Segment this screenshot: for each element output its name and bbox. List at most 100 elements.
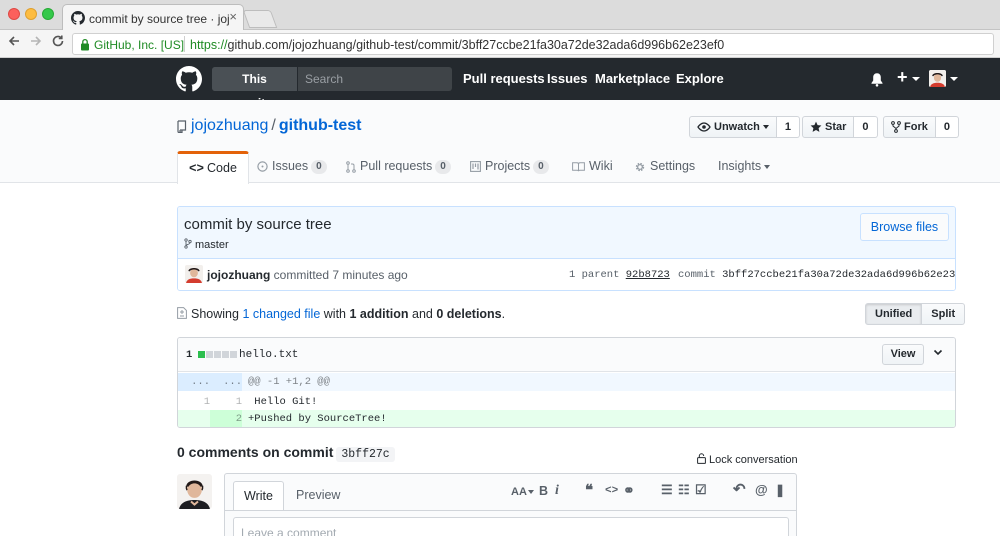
old-line-number[interactable]: 1 [178,393,210,411]
view-file-button[interactable]: View [882,344,924,365]
lock-conversation-link[interactable]: Lock conversation [697,453,798,466]
tab-settings[interactable]: Settings [634,151,695,183]
address-bar-row: GitHub, Inc. [US] https://github.com/joj… [0,30,1000,58]
text-size-icon: AA [511,486,527,498]
tab-issues-label: Issues [272,159,309,173]
browser-tab[interactable]: commit by source tree · jojozhuang/githu… [62,4,244,31]
star-count[interactable]: 0 [854,116,878,138]
diffstat-count: 1 [186,349,193,361]
changed-files-link[interactable]: 1 changed file [242,307,320,321]
fork-button[interactable]: Fork [883,116,936,138]
browse-files-button[interactable]: Browse files [860,213,949,241]
toc-and: and [412,307,433,321]
file-diff-icon [177,307,187,319]
tab-pulls-label: Pull requests [360,159,433,173]
tab-close-button[interactable]: × [229,9,237,24]
github-octocat-icon [71,11,85,25]
forward-button[interactable] [26,34,46,54]
pull-request-icon [346,160,356,173]
reload-button[interactable] [48,34,68,54]
url-scheme: https:// [190,38,228,52]
italic-button[interactable]: i [555,483,559,499]
bell-icon[interactable] [870,72,884,87]
chevron-down-icon [764,164,771,169]
repo-path-separator: / [271,117,276,134]
new-line-number[interactable]: 1 [210,393,242,411]
eye-icon [697,122,711,132]
url-separator [184,36,185,52]
avatar [185,265,203,283]
tab-code[interactable]: <> Code [177,151,249,184]
book-icon [572,162,585,171]
new-tab-button[interactable] [242,10,278,28]
branch-name-link[interactable]: master [195,239,229,251]
task-list-button[interactable]: ☑ [695,482,707,498]
tab-pull-requests[interactable]: Pull requests 0 [346,151,451,183]
tab-wiki[interactable]: Wiki [572,151,613,183]
back-button[interactable] [4,34,24,54]
file-name[interactable]: hello.txt [239,349,298,361]
create-new-button[interactable]: + [897,67,908,88]
minimize-window-button[interactable] [25,8,37,20]
nav-marketplace[interactable]: Marketplace [595,71,670,86]
nav-explore[interactable]: Explore [676,71,724,86]
code-button[interactable]: <> [605,485,618,497]
repo-icon [177,120,187,133]
fork-group: Fork 0 [883,116,959,138]
chevron-down-icon[interactable] [932,346,944,358]
tab-insights[interactable]: Insights [718,151,771,183]
write-tab[interactable]: Write [233,481,284,511]
mention-button[interactable]: @ [755,482,768,497]
chevron-down-icon [950,77,958,81]
unified-button[interactable]: Unified [865,303,923,325]
file-header: 1 hello.txt View [178,338,955,372]
link-button[interactable]: ⚭ [623,482,635,499]
current-user-avatar[interactable] [177,474,212,509]
nav-issues[interactable]: Issues [547,71,587,86]
comments-heading: 0 comments on commit 3bff27c [177,444,395,462]
diffstat-block-neutral [206,351,213,358]
split-button[interactable]: Split [922,303,966,325]
bold-button[interactable]: B [539,484,548,498]
saved-reply-button[interactable]: ❚ [775,483,785,497]
tab-projects[interactable]: Projects 0 [470,151,549,183]
quote-button[interactable]: ❝ [585,481,593,499]
reload-icon [52,35,64,47]
reply-button[interactable]: ↶ [733,480,746,498]
zoom-window-button[interactable] [42,8,54,20]
repo-name-link[interactable]: github-test [279,117,362,134]
commit-sha-value: 3bff27ccbe21fa30a72de32ada6d996b62e23ef0 [722,269,956,281]
tab-issues[interactable]: Issues 0 [257,151,327,183]
watch-group: Unwatch 1 [689,116,800,138]
hunk-expand-right[interactable]: ... [210,373,242,391]
user-avatar-menu[interactable] [929,70,946,87]
repo-owner-link[interactable]: jojozhuang [191,117,268,134]
parent-sha-link[interactable]: 92b8723 [626,269,670,281]
bulleted-list-button[interactable]: ☰ [661,482,673,498]
commit-author: jojozhuang committed 7 minutes ago [207,268,408,282]
diffstat-blocks [198,351,237,358]
new-line-number[interactable]: 2 [210,410,242,427]
numbered-list-button[interactable]: ☷ [678,482,690,498]
repo-title: jojozhuang / github-test [191,117,362,135]
header-text-button[interactable]: AA [511,486,534,498]
search-scope-label[interactable]: This repository [212,67,298,110]
header-search[interactable]: This repository Search [212,67,452,110]
author-avatar[interactable] [185,265,203,283]
fork-count[interactable]: 0 [935,116,959,138]
nav-pull-requests[interactable]: Pull requests [463,71,545,86]
close-window-button[interactable] [8,8,20,20]
url-field[interactable]: GitHub, Inc. [US] https://github.com/joj… [72,33,994,55]
preview-tab[interactable]: Preview [286,481,350,511]
deletions-count: 0 deletions [436,307,502,321]
author-link[interactable]: jojozhuang [207,268,270,282]
unwatch-button[interactable]: Unwatch [689,116,777,138]
search-input[interactable]: Search [305,72,343,86]
diffstat-block-neutral [222,351,229,358]
watch-count[interactable]: 1 [776,116,800,138]
hunk-expand-left[interactable]: ... [178,373,210,391]
github-logo-icon[interactable] [176,66,202,92]
star-button[interactable]: Star [802,116,855,138]
comment-textarea[interactable]: Leave a comment [233,517,789,536]
repo-header: jojozhuang / github-test Unwatch 1 Star 0 … [0,100,1000,184]
